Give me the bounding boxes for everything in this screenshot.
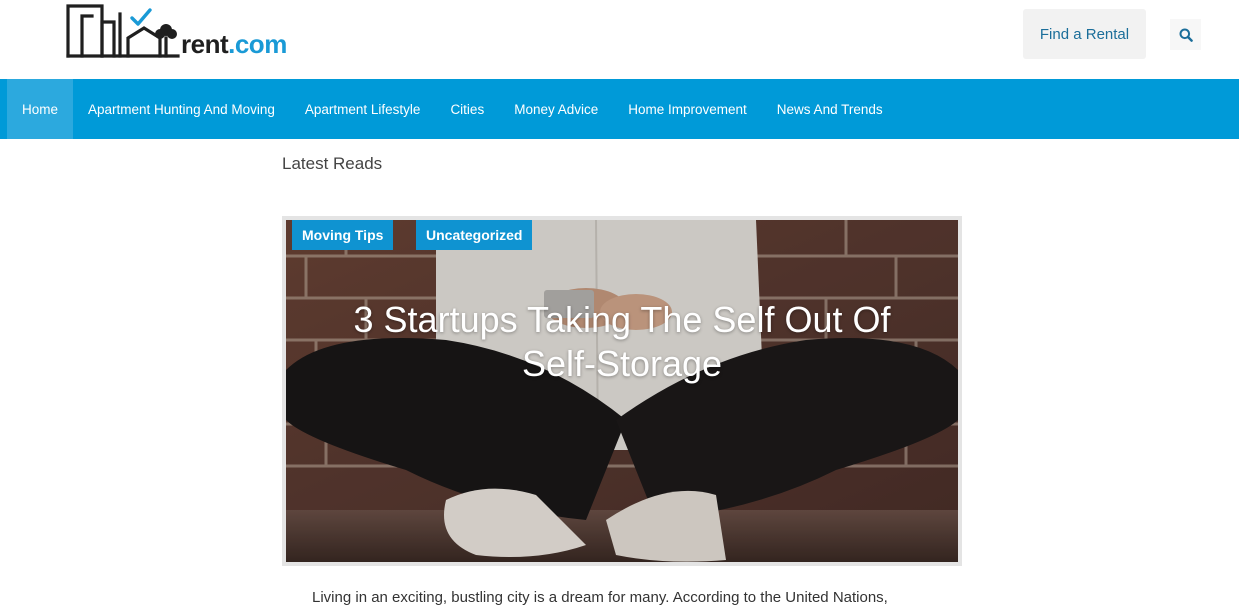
search-button[interactable] <box>1170 19 1201 50</box>
logo-text-rent: rent <box>181 29 229 59</box>
nav-item-money-advice[interactable]: Money Advice <box>499 79 613 139</box>
nav-item-news-and-trends[interactable]: News And Trends <box>762 79 898 139</box>
nav-item-home[interactable]: Home <box>7 79 74 139</box>
section-title: Latest Reads <box>282 154 383 173</box>
tag-uncategorized[interactable]: Uncategorized <box>416 220 533 250</box>
nav-item-home-improvement[interactable]: Home Improvement <box>613 79 762 139</box>
site-logo[interactable]: rent.com <box>0 0 300 70</box>
nav-item-apartment-hunting[interactable]: Apartment Hunting And Moving <box>73 79 290 139</box>
nav-list: Home Apartment Hunting And Moving Apartm… <box>0 79 1239 139</box>
logo-wordmark: rent.com <box>181 27 287 61</box>
nav-item-cities[interactable]: Cities <box>435 79 499 139</box>
nav-item-apartment-lifestyle[interactable]: Apartment Lifestyle <box>290 79 436 139</box>
tag-moving-tips[interactable]: Moving Tips <box>292 220 394 250</box>
logo-text-dotcom: .com <box>228 29 287 59</box>
featured-article-card[interactable]: Moving Tips Uncategorized 3 Startups Tak… <box>282 216 962 566</box>
search-icon <box>1179 28 1193 42</box>
site-header: rent.com Find a Rental <box>0 0 1239 79</box>
article-excerpt: Living in an exciting, bustling city is … <box>312 589 888 606</box>
article-title[interactable]: 3 Startups Taking The Self Out Of Self-S… <box>316 298 928 386</box>
article-hero-image <box>286 220 958 562</box>
find-rental-button[interactable]: Find a Rental <box>1023 9 1146 59</box>
main-nav: Home Apartment Hunting And Moving Apartm… <box>0 79 1239 139</box>
